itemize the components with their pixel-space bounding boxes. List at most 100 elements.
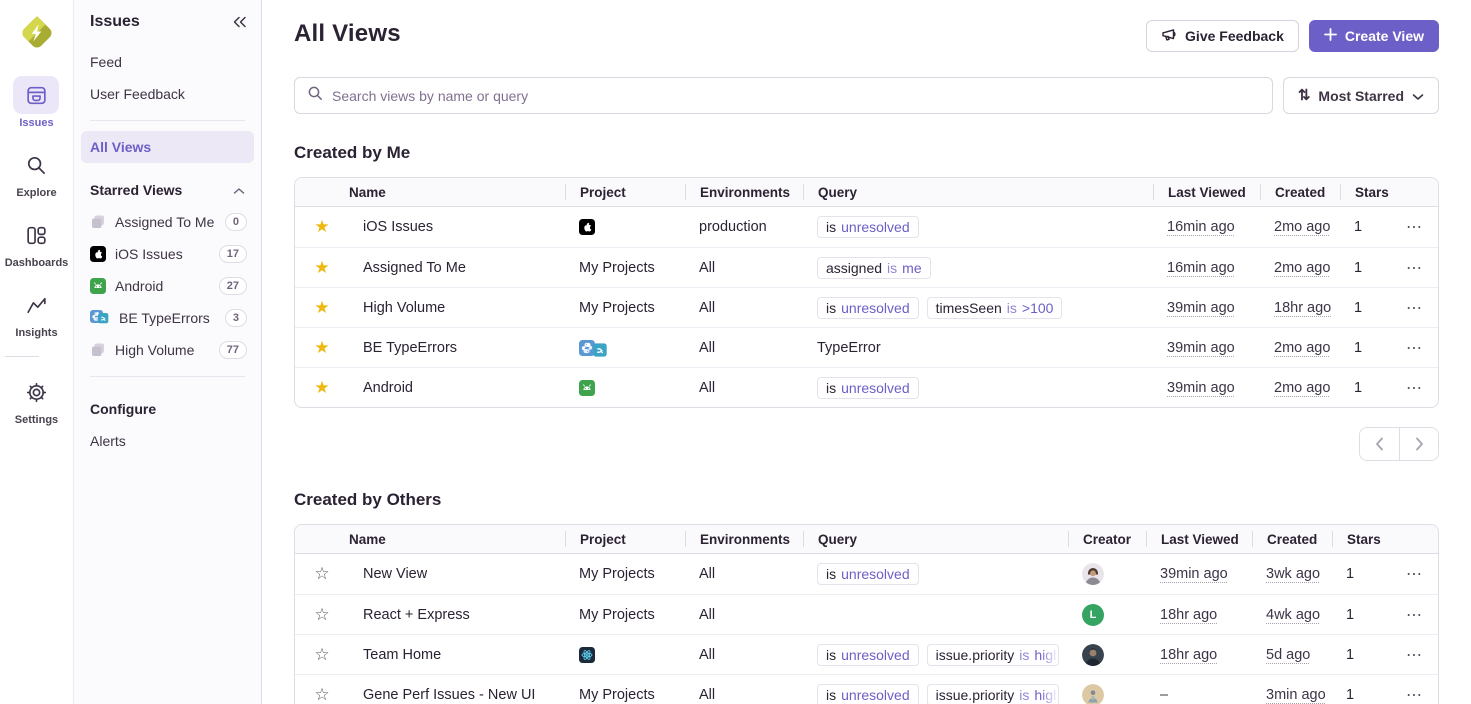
star-toggle[interactable]: ★ xyxy=(295,258,349,278)
starred-view-label: High Volume xyxy=(115,342,194,358)
creator-cell: L xyxy=(1068,604,1146,626)
sidebar-item-alerts[interactable]: Alerts xyxy=(74,425,261,457)
row-menu-button[interactable]: ⋯ xyxy=(1392,564,1438,584)
view-name-link[interactable]: Android xyxy=(363,380,413,396)
sentry-logo[interactable] xyxy=(16,12,58,54)
starred-view-item[interactable]: Android 27 xyxy=(74,270,261,302)
view-name-link[interactable]: Gene Perf Issues - New UI xyxy=(363,687,535,703)
query-token: me xyxy=(902,260,921,276)
environments-cell: All xyxy=(685,380,803,396)
environments-cell: All xyxy=(685,300,803,316)
creator-avatar[interactable]: L xyxy=(1082,604,1104,626)
star-outline-icon: ☆ xyxy=(314,685,329,704)
view-count-badge: 27 xyxy=(219,277,247,295)
view-name-link[interactable]: React + Express xyxy=(363,607,470,623)
starred-view-label: iOS Issues xyxy=(115,246,183,262)
row-menu-button[interactable]: ⋯ xyxy=(1392,258,1438,278)
starred-view-label: Assigned To Me xyxy=(115,214,214,230)
star-toggle[interactable]: ★ xyxy=(295,217,349,237)
column-header-creator: Creator xyxy=(1068,531,1146,547)
name-cell: React + Express xyxy=(349,607,565,623)
chevron-up-icon[interactable] xyxy=(233,182,245,198)
star-toggle[interactable]: ☆ xyxy=(295,564,349,584)
environments-value: All xyxy=(699,260,715,276)
issues-icon xyxy=(13,76,59,114)
query-cell: isunresolved xyxy=(803,377,1153,399)
row-menu-button[interactable]: ⋯ xyxy=(1392,605,1438,625)
view-name-link[interactable]: High Volume xyxy=(363,300,445,316)
star-toggle[interactable]: ★ xyxy=(295,298,349,318)
query-token: >100 xyxy=(1022,300,1054,316)
sidebar-item-all-views[interactable]: All Views xyxy=(81,131,254,163)
query-cell: assignedisme xyxy=(803,257,1153,279)
sidebar-divider xyxy=(90,376,245,377)
view-name-link[interactable]: New View xyxy=(363,566,427,582)
starred-view-item[interactable]: iOS Issues17 xyxy=(74,238,261,270)
starred-view-label: Android xyxy=(115,278,163,294)
table-header-row: NameProjectEnvironmentsQueryCreatorLast … xyxy=(295,525,1438,554)
starred-view-item[interactable]: BE TypeErrors3 xyxy=(74,302,261,334)
give-feedback-button[interactable]: Give Feedback xyxy=(1146,20,1299,52)
query-token: unresolved xyxy=(841,380,910,396)
query-pill: isunresolved xyxy=(817,563,919,585)
issues-sidebar: Issues Feed User Feedback All Views Star… xyxy=(74,0,262,704)
column-header-star xyxy=(295,531,349,547)
environments-value: All xyxy=(699,566,715,582)
view-name-link[interactable]: iOS Issues xyxy=(363,219,433,235)
rail-item-dashboards[interactable]: Dashboards xyxy=(5,216,69,269)
query-token: is xyxy=(1019,687,1029,703)
star-toggle[interactable]: ★ xyxy=(295,378,349,398)
row-menu-button[interactable]: ⋯ xyxy=(1392,217,1438,237)
star-toggle[interactable]: ☆ xyxy=(295,645,349,665)
sort-dropdown[interactable]: ⇅ Most Starred xyxy=(1283,77,1439,114)
views-search[interactable] xyxy=(294,77,1273,114)
row-menu-button[interactable]: ⋯ xyxy=(1392,685,1438,704)
view-name-link[interactable]: Assigned To Me xyxy=(363,260,466,276)
rail-item-issues[interactable]: Issues xyxy=(5,76,69,129)
view-name-link[interactable]: Team Home xyxy=(363,647,441,663)
views-table: NameProjectEnvironmentsQueryCreatorLast … xyxy=(294,524,1439,704)
star-toggle[interactable]: ★ xyxy=(295,338,349,358)
query-pill: issue.priorityishigh xyxy=(927,644,1059,666)
sidebar-item-feed[interactable]: Feed xyxy=(74,46,261,78)
project-name: My Projects xyxy=(579,607,655,623)
section-title: Created by Me xyxy=(294,143,1439,163)
query-cell: isunresolved xyxy=(803,563,1068,585)
star-toggle[interactable]: ☆ xyxy=(295,605,349,625)
sidebar-item-user-feedback[interactable]: User Feedback xyxy=(74,78,261,110)
rail-divider xyxy=(5,356,39,357)
created-value: 5d ago xyxy=(1266,647,1310,663)
sidebar-divider xyxy=(90,165,245,166)
rail-item-insights[interactable]: Insights xyxy=(5,286,69,339)
creator-avatar[interactable] xyxy=(1082,563,1104,585)
give-feedback-label: Give Feedback xyxy=(1185,28,1284,44)
query-token: is xyxy=(1007,300,1017,316)
query-token: is xyxy=(826,647,836,663)
rail-item-explore[interactable]: Explore xyxy=(5,146,69,199)
star-toggle[interactable]: ☆ xyxy=(295,685,349,704)
next-page-button[interactable] xyxy=(1399,428,1438,460)
view-name-link[interactable]: BE TypeErrors xyxy=(363,340,457,356)
name-cell: BE TypeErrors xyxy=(349,340,565,356)
row-menu-button[interactable]: ⋯ xyxy=(1392,338,1438,358)
create-view-button[interactable]: Create View xyxy=(1309,20,1439,52)
project-cell: My Projects xyxy=(565,260,685,276)
row-menu-button[interactable]: ⋯ xyxy=(1392,378,1438,398)
previous-page-button[interactable] xyxy=(1360,428,1399,460)
creator-cell xyxy=(1068,684,1146,704)
starred-view-item[interactable]: High Volume77 xyxy=(74,334,261,366)
stars-count: 1 xyxy=(1346,566,1354,582)
starred-view-item[interactable]: Assigned To Me0 xyxy=(74,206,261,238)
project-name: My Projects xyxy=(579,566,655,582)
creator-avatar[interactable] xyxy=(1082,684,1104,704)
sidebar-collapse-icon[interactable] xyxy=(232,16,247,28)
rail-item-settings[interactable]: Settings xyxy=(5,373,69,426)
project-cell xyxy=(565,647,685,663)
search-input[interactable] xyxy=(332,88,1260,104)
configure-header: Configure xyxy=(90,401,156,417)
creator-avatar[interactable] xyxy=(1082,644,1104,666)
dashboards-icon xyxy=(13,216,59,254)
view-count-badge: 3 xyxy=(225,309,247,327)
row-menu-button[interactable]: ⋯ xyxy=(1392,645,1438,665)
row-menu-button[interactable]: ⋯ xyxy=(1392,298,1438,318)
